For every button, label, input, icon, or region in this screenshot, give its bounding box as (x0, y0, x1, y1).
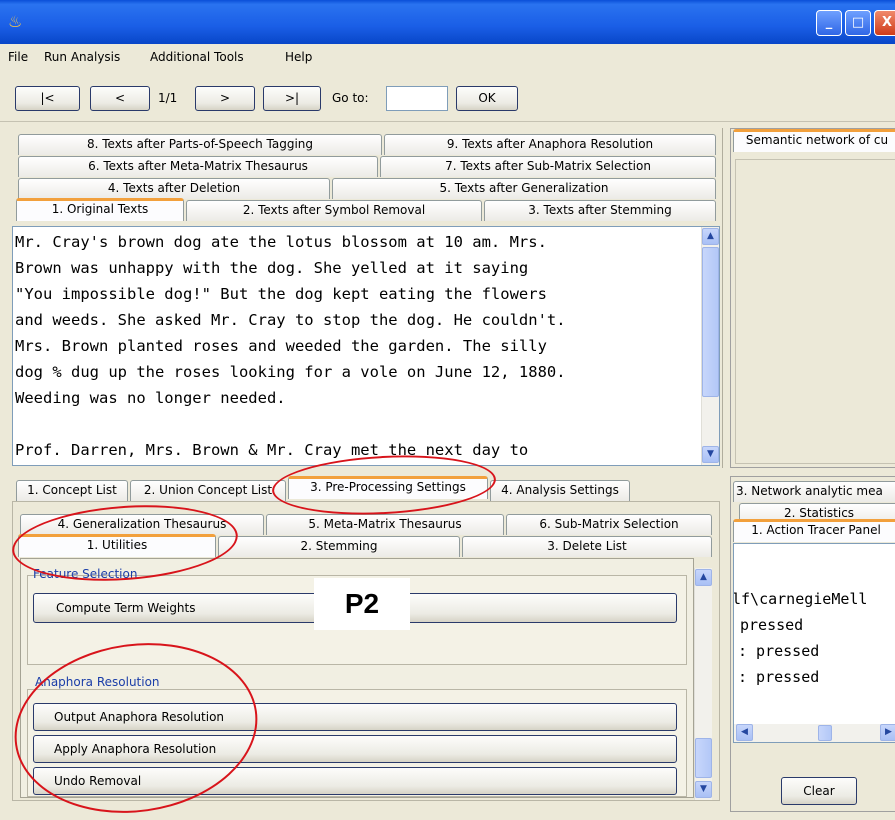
scroll-up-icon[interactable]: ▲ (702, 228, 719, 245)
semantic-network-panel: Semantic network of cu (730, 128, 895, 468)
log-line: : pressed (738, 642, 820, 660)
tab-deletion-texts[interactable]: 4. Texts after Deletion (18, 178, 330, 199)
clear-button[interactable]: Clear (781, 777, 857, 805)
java-cup-icon: ♨ (8, 12, 23, 31)
tab-delete-list[interactable]: 3. Delete List (462, 536, 712, 557)
scroll-up-icon[interactable]: ▲ (695, 569, 712, 586)
last-page-button[interactable]: >| (263, 86, 321, 111)
hscroll-thumb[interactable] (818, 725, 832, 741)
log-hscrollbar[interactable]: ◀ ▶ (734, 724, 895, 742)
log-line: lf\carnegieMell (733, 590, 868, 608)
tab-original-texts[interactable]: 1. Original Texts (16, 198, 184, 221)
text-line: Weeding was no longer needed. (15, 389, 286, 407)
goto-label: Go to: (332, 91, 369, 105)
text-line: Mr. Cray's brown dog ate the lotus bloss… (15, 233, 547, 251)
page-indicator: 1/1 (158, 91, 178, 105)
text-line: Brown was unhappy with the dog. She yell… (15, 259, 529, 277)
log-line: pressed (740, 616, 804, 634)
close-button[interactable]: X (874, 10, 895, 36)
menu-additional-tools[interactable]: Additional Tools (150, 50, 244, 64)
text-line: Prof. Darren, Mrs. Brown & Mr. Cray met … (15, 441, 529, 459)
tab-stemming[interactable]: 2. Stemming (218, 536, 460, 557)
menu-file[interactable]: File (8, 50, 28, 64)
log-line: : pressed (738, 668, 820, 686)
tab-stemming-texts[interactable]: 3. Texts after Stemming (484, 200, 716, 221)
tab-pos-tagging[interactable]: 8. Texts after Parts-of-Speech Tagging (18, 134, 382, 155)
original-text-area[interactable]: Mr. Cray's brown dog ate the lotus bloss… (12, 226, 720, 466)
navigation-toolbar: |< < 1/1 > >| Go to: OK (0, 72, 895, 122)
scroll-down-icon[interactable]: ▼ (702, 446, 719, 463)
scroll-thumb[interactable] (702, 247, 719, 397)
tab-analysis-settings[interactable]: 4. Analysis Settings (490, 480, 630, 501)
maximize-button[interactable]: □ (845, 10, 871, 36)
settings-scrollbar[interactable]: ▲ ▼ (694, 568, 712, 800)
tab-semantic-network[interactable]: Semantic network of cu (733, 129, 895, 152)
minimize-button[interactable]: _ (816, 10, 842, 36)
tab-action-tracer[interactable]: 1. Action Tracer Panel (733, 519, 895, 542)
tab-symbol-removal-texts[interactable]: 2. Texts after Symbol Removal (186, 200, 482, 221)
tab-meta-matrix-texts[interactable]: 6. Texts after Meta-Matrix Thesaurus (18, 156, 378, 177)
action-tracer-container: 3. Network analytic mea 2. Statistics 1.… (730, 476, 895, 812)
text-scrollbar[interactable]: ▲ ▼ (701, 227, 719, 465)
tab-anaphora-texts[interactable]: 9. Texts after Anaphora Resolution (384, 134, 716, 155)
scroll-thumb[interactable] (695, 738, 712, 778)
text-line: Mrs. Brown planted roses and weeded the … (15, 337, 547, 355)
tab-meta-matrix-thesaurus[interactable]: 5. Meta-Matrix Thesaurus (266, 514, 504, 535)
split-divider[interactable] (722, 128, 728, 468)
semantic-network-canvas (735, 159, 895, 464)
tab-concept-list[interactable]: 1. Concept List (16, 480, 128, 501)
text-line: "You impossible dog!" But the dog kept e… (15, 285, 547, 303)
scroll-right-icon[interactable]: ▶ (880, 724, 895, 741)
tab-network-analytic[interactable]: 3. Network analytic mea (733, 481, 895, 502)
text-line: and weeds. She asked Mr. Cray to stop th… (15, 311, 566, 329)
application-window: ♨ _ □ X File Run Analysis Additional Too… (0, 0, 895, 820)
menu-bar: File Run Analysis Additional Tools Help (0, 44, 895, 72)
p2-annotation: P2 (314, 578, 410, 630)
scroll-down-icon[interactable]: ▼ (695, 781, 712, 798)
tab-union-concept-list[interactable]: 2. Union Concept List (130, 480, 286, 501)
ok-button[interactable]: OK (456, 86, 518, 111)
action-tracer-log[interactable]: lf\carnegieMell pressed : pressed : pres… (733, 543, 895, 743)
first-page-button[interactable]: |< (15, 86, 80, 111)
goto-input[interactable] (386, 86, 448, 111)
menu-help[interactable]: Help (285, 50, 312, 64)
tab-sub-matrix-selection[interactable]: 6. Sub-Matrix Selection (506, 514, 712, 535)
tab-sub-matrix-texts[interactable]: 7. Texts after Sub-Matrix Selection (380, 156, 716, 177)
scroll-left-icon[interactable]: ◀ (736, 724, 753, 741)
tab-generalization-texts[interactable]: 5. Texts after Generalization (332, 178, 716, 199)
title-bar: ♨ _ □ X (0, 0, 895, 44)
prev-page-button[interactable]: < (90, 86, 150, 111)
menu-run-analysis[interactable]: Run Analysis (44, 50, 120, 64)
text-line: dog % dug up the roses looking for a vol… (15, 363, 566, 381)
next-page-button[interactable]: > (195, 86, 255, 111)
